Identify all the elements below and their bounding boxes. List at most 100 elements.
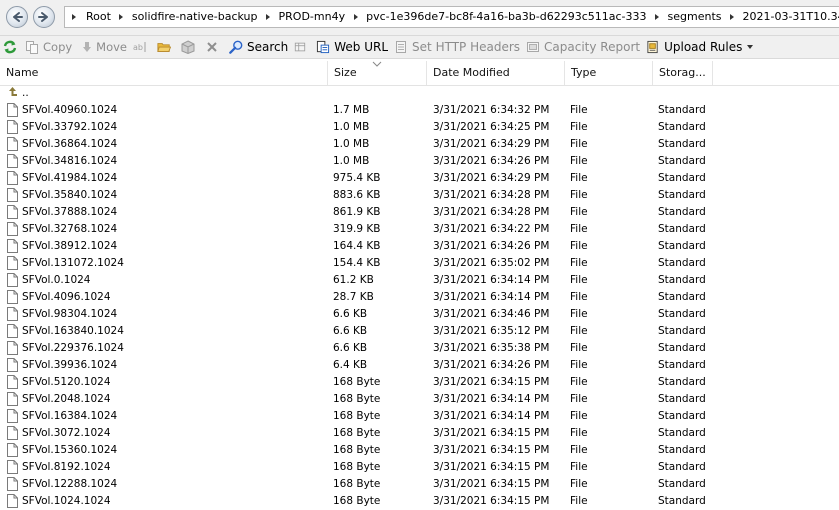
file-date-modified: 3/31/2021 6:34:15 PM [433, 442, 549, 459]
file-type: File [570, 357, 588, 374]
package-button[interactable] [178, 37, 202, 57]
file-row[interactable]: SFVol.229376.10246.6 KB3/31/2021 6:35:38… [0, 340, 839, 357]
file-storage-class: Standard [658, 408, 706, 425]
forward-button[interactable] [33, 6, 55, 28]
back-button[interactable] [6, 6, 28, 28]
file-icon [7, 239, 18, 253]
parent-folder-row[interactable]: .. [0, 85, 839, 102]
file-name: SFVol.39936.1024 [22, 357, 117, 374]
upload-rules-button[interactable]: Upload Rules [643, 37, 756, 57]
move-label: Move [96, 40, 127, 54]
file-date-modified: 3/31/2021 6:34:14 PM [433, 289, 549, 306]
copy-label: Copy [43, 40, 72, 54]
file-row[interactable]: SFVol.0.102461.2 KB3/31/2021 6:34:14 PMF… [0, 272, 839, 289]
file-row[interactable]: SFVol.8192.1024168 Byte3/31/2021 6:34:15… [0, 459, 839, 476]
capacity-report-icon [526, 40, 540, 54]
file-date-modified: 3/31/2021 6:34:14 PM [433, 391, 549, 408]
file-type: File [570, 153, 588, 170]
breadcrumb-folder-segments[interactable]: segments [661, 7, 729, 27]
file-date-modified: 3/31/2021 6:34:28 PM [433, 187, 549, 204]
file-row[interactable]: SFVol.38912.1024164.4 KB3/31/2021 6:34:2… [0, 238, 839, 255]
file-row[interactable]: SFVol.39936.10246.4 KB3/31/2021 6:34:26 … [0, 357, 839, 374]
file-row[interactable]: SFVol.131072.1024154.4 KB3/31/2021 6:35:… [0, 255, 839, 272]
file-size: 168 Byte [333, 442, 380, 459]
column-header-storage[interactable]: Storag... [653, 61, 713, 85]
breadcrumb-separator[interactable] [654, 7, 661, 27]
file-row[interactable]: SFVol.15360.1024168 Byte3/31/2021 6:34:1… [0, 442, 839, 459]
file-rows: SFVol.40960.10241.7 MB3/31/2021 6:34:32 … [0, 102, 839, 510]
svg-text:ab: ab [133, 43, 143, 52]
breadcrumb-separator[interactable] [265, 7, 272, 27]
parent-folder-label: .. [22, 85, 29, 102]
file-row[interactable]: SFVol.163840.10246.6 KB3/31/2021 6:35:12… [0, 323, 839, 340]
file-icon [7, 256, 18, 270]
file-type: File [570, 221, 588, 238]
breadcrumb-separator[interactable] [69, 7, 79, 27]
file-row[interactable]: SFVol.98304.10246.6 KB3/31/2021 6:34:46 … [0, 306, 839, 323]
file-type: File [570, 323, 588, 340]
file-row[interactable]: SFVol.16384.1024168 Byte3/31/2021 6:34:1… [0, 408, 839, 425]
file-icon [7, 154, 18, 168]
breadcrumb-separator[interactable] [118, 7, 125, 27]
file-size: 168 Byte [333, 459, 380, 476]
breadcrumb-bucket[interactable]: solidfire-native-backup [125, 7, 265, 27]
file-size: 168 Byte [333, 408, 380, 425]
capacity-report-button[interactable]: Capacity Report [523, 37, 643, 57]
grid-view-button[interactable] [291, 37, 313, 57]
file-row[interactable]: SFVol.32768.1024319.9 KB3/31/2021 6:34:2… [0, 221, 839, 238]
file-row[interactable]: SFVol.3072.1024168 Byte3/31/2021 6:34:15… [0, 425, 839, 442]
set-http-headers-button[interactable]: Set HTTP Headers [391, 37, 523, 57]
file-row[interactable]: SFVol.41984.1024975.4 KB3/31/2021 6:34:2… [0, 170, 839, 187]
rename-button[interactable]: ab [130, 37, 154, 57]
file-date-modified: 3/31/2021 6:34:14 PM [433, 408, 549, 425]
breadcrumb-root[interactable]: Root [79, 7, 118, 27]
file-storage-class: Standard [658, 476, 706, 493]
column-header-date-modified[interactable]: Date Modified [427, 61, 565, 85]
file-row[interactable]: SFVol.40960.10241.7 MB3/31/2021 6:34:32 … [0, 102, 839, 119]
file-size: 168 Byte [333, 425, 380, 442]
file-row[interactable]: SFVol.35840.1024883.6 KB3/31/2021 6:34:2… [0, 187, 839, 204]
file-row[interactable]: SFVol.34816.10241.0 MB3/31/2021 6:34:26 … [0, 153, 839, 170]
file-row[interactable]: SFVol.37888.1024861.9 KB3/31/2021 6:34:2… [0, 204, 839, 221]
search-button[interactable]: Search [226, 37, 291, 57]
delete-button[interactable] [202, 37, 226, 57]
file-name: SFVol.41984.1024 [22, 170, 117, 187]
column-header-name[interactable]: Name [0, 61, 328, 85]
file-row[interactable]: SFVol.4096.102428.7 KB3/31/2021 6:34:14 … [0, 289, 839, 306]
file-type: File [570, 442, 588, 459]
move-button[interactable]: Move [75, 37, 130, 57]
file-date-modified: 3/31/2021 6:34:26 PM [433, 357, 549, 374]
file-icon [7, 324, 18, 338]
breadcrumb[interactable]: Root solidfire-native-backup PROD-mn4y p… [64, 6, 839, 28]
up-folder-icon [7, 86, 18, 100]
column-headers: Name Size Date Modified Type Storag... [0, 61, 839, 86]
file-row[interactable]: SFVol.33792.10241.0 MB3/31/2021 6:34:25 … [0, 119, 839, 136]
new-folder-button[interactable] [154, 37, 178, 57]
breadcrumb-folder-timestamp[interactable]: 2021-03-31T10.34.07Z [736, 7, 839, 27]
breadcrumb-folder-prod[interactable]: PROD-mn4y [272, 7, 353, 27]
copy-button[interactable]: Copy [22, 37, 75, 57]
column-header-type[interactable]: Type [565, 61, 653, 85]
file-date-modified: 3/31/2021 6:34:26 PM [433, 153, 549, 170]
breadcrumb-folder-pvc[interactable]: pvc-1e396de7-bc8f-4a16-ba3b-d62293c511ac… [359, 7, 653, 27]
file-row[interactable]: SFVol.36864.10241.0 MB3/31/2021 6:34:29 … [0, 136, 839, 153]
refresh-button[interactable] [0, 37, 22, 57]
file-row[interactable]: SFVol.12288.1024168 Byte3/31/2021 6:34:1… [0, 476, 839, 493]
copy-icon [25, 40, 39, 54]
web-url-button[interactable]: Web URL [313, 37, 391, 57]
file-name: SFVol.131072.1024 [22, 255, 124, 272]
address-bar: Root solidfire-native-backup PROD-mn4y p… [0, 0, 839, 36]
breadcrumb-separator[interactable] [729, 7, 736, 27]
file-type: File [570, 272, 588, 289]
file-size: 319.9 KB [333, 221, 381, 238]
breadcrumb-separator[interactable] [352, 7, 359, 27]
file-storage-class: Standard [658, 119, 706, 136]
file-name: SFVol.12288.1024 [22, 476, 117, 493]
set-http-headers-label: Set HTTP Headers [412, 40, 520, 54]
file-row[interactable]: SFVol.5120.1024168 Byte3/31/2021 6:34:15… [0, 374, 839, 391]
file-type: File [570, 119, 588, 136]
file-name: SFVol.33792.1024 [22, 119, 117, 136]
file-type: File [570, 425, 588, 442]
file-type: File [570, 170, 588, 187]
file-row[interactable]: SFVol.2048.1024168 Byte3/31/2021 6:34:14… [0, 391, 839, 408]
